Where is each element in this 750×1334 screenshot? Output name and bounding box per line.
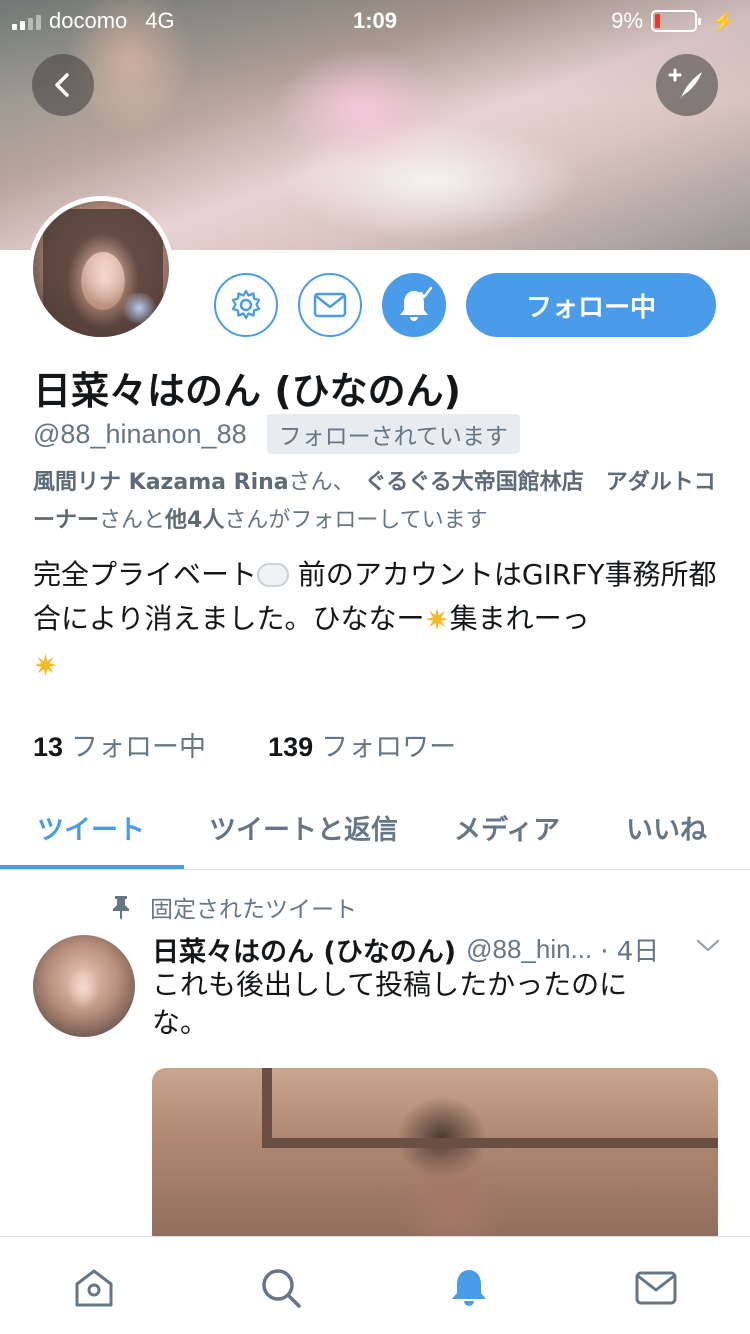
following-button[interactable]: フォロー中 (466, 273, 716, 337)
known-followers-suffix: さんがフォローしています (224, 508, 488, 533)
status-bar: docomo 4G 1:09 9% ⚡ (0, 0, 750, 40)
following-label: フォロー中 (71, 732, 207, 763)
envelope-icon (635, 1271, 677, 1305)
known-followers-others[interactable]: 他4人 (165, 508, 224, 533)
tab-tweets[interactable]: ツイート (37, 808, 145, 847)
nav-messages-button[interactable] (631, 1263, 681, 1313)
envelope-icon (313, 292, 347, 318)
battery-icon (651, 10, 702, 32)
battery-percent: 9% (611, 8, 644, 33)
tweet-text: これも後出しして投稿したかったのにな。 (152, 968, 628, 1039)
handle-row: @88_hinanon_88 フォローされています (33, 414, 520, 454)
bell-icon (400, 286, 433, 321)
tweet-author-name[interactable]: 日菜々はのん (ひなのん) (152, 930, 456, 969)
followers-count: 139 (268, 732, 314, 762)
tab-media[interactable]: メディア (454, 808, 560, 847)
tab-likes[interactable]: いいね (626, 808, 707, 847)
bell-icon (452, 1270, 486, 1306)
compose-tweet-button[interactable] (656, 54, 718, 116)
bottom-tab-bar (0, 1236, 750, 1334)
profile-bio: 完全プライベート 前のアカウントはGIRFY事務所都合により消えました。ひななー… (33, 553, 723, 689)
tweet-header: 日菜々はのん (ひなのん) @88_hin... · 4日 (152, 930, 722, 969)
bio-part-3: 集まれーっ (449, 602, 590, 635)
profile-handle: @88_hinanon_88 (33, 418, 247, 449)
profile-stats: 13 フォロー中 139 フォロワー (33, 725, 456, 764)
profile-avatar[interactable] (28, 196, 174, 342)
nav-home-button[interactable] (69, 1263, 119, 1313)
back-icon (55, 73, 69, 97)
tweet-author-handle[interactable]: @88_hin... (466, 934, 592, 965)
active-tab-indicator (0, 865, 184, 869)
charging-icon: ⚡ (711, 10, 736, 33)
profile-display-name: 日菜々はのん (ひなのん) (33, 369, 461, 413)
tweet-timestamp: · 4日 (600, 937, 660, 967)
thought-bubble-icon (257, 563, 290, 587)
back-button[interactable] (32, 54, 94, 116)
notifications-toggle-button[interactable] (382, 273, 446, 337)
star-icon: ✷ (424, 603, 450, 638)
known-followers-text[interactable]: 風間リナ Kazama Rinaさん、 ぐるぐる大帝国館林店 アダルトコーナーさん… (33, 464, 723, 540)
pinned-tweet-label: 固定されたツイート (110, 890, 357, 924)
pin-icon (113, 896, 129, 920)
tweet-media-image[interactable] (152, 1068, 718, 1248)
nav-search-button[interactable] (256, 1263, 306, 1313)
star-icon: ✷ (33, 649, 59, 684)
search-icon (262, 1269, 301, 1308)
bio-part-1: 完全プライベート (33, 558, 258, 591)
gear-icon (231, 289, 261, 320)
home-icon (75, 1269, 113, 1307)
follows-you-badge: フォローされています (266, 414, 520, 454)
tweet-options-button[interactable] (696, 938, 720, 958)
profile-settings-button[interactable] (214, 273, 278, 337)
followers-label: フォロワー (321, 732, 457, 763)
nav-notifications-button[interactable] (444, 1263, 494, 1313)
following-count: 13 (33, 732, 64, 762)
known-follower-1[interactable]: 風間リナ Kazama Rina (33, 470, 289, 495)
chevron-down-icon (696, 939, 720, 952)
known-followers-sep: さん、 (288, 470, 355, 495)
direct-message-button[interactable] (298, 273, 362, 337)
tab-tweets-and-replies[interactable]: ツイートと返信 (209, 808, 398, 847)
profile-tabs: ツイート ツイートと返信 メディア いいね (0, 790, 750, 870)
followers-stat[interactable]: 139 フォロワー (268, 725, 456, 764)
known-followers-rest: さんと (99, 508, 166, 533)
tweet-avatar[interactable] (33, 935, 135, 1037)
compose-icon (668, 68, 702, 100)
pinned-label-text: 固定されたツイート (150, 897, 357, 923)
following-stat[interactable]: 13 フォロー中 (33, 725, 206, 764)
